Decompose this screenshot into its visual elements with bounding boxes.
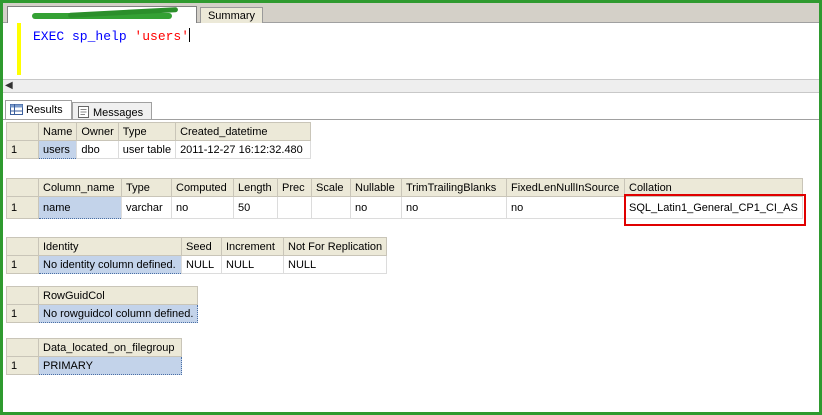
col-header[interactable]: Nullable bbox=[350, 178, 402, 197]
grid-cell[interactable]: no bbox=[171, 196, 234, 219]
col-header[interactable]: Name bbox=[37, 122, 78, 141]
tab-query[interactable] bbox=[7, 6, 197, 23]
grid-cell[interactable]: no bbox=[506, 196, 625, 219]
table-row: 1 PRIMARY bbox=[6, 356, 182, 375]
row-header-corner[interactable] bbox=[6, 338, 39, 357]
col-header[interactable]: Created_datetime bbox=[175, 122, 312, 141]
col-header[interactable]: Computed bbox=[171, 178, 234, 197]
tab-messages-label: Messages bbox=[93, 107, 144, 119]
row-number[interactable]: 1 bbox=[6, 304, 39, 323]
tab-summary[interactable]: Summary bbox=[200, 7, 263, 23]
code-line-1[interactable]: EXEC sp_help 'users' bbox=[33, 28, 191, 44]
grid-cell[interactable]: NULL bbox=[181, 255, 222, 274]
highlight-box bbox=[624, 194, 806, 226]
grid-cell[interactable] bbox=[277, 196, 312, 219]
results-tabstrip: Results Messages bbox=[3, 95, 819, 121]
grid-header-row: Data_located_on_filegroup bbox=[6, 338, 182, 357]
grid-header-row: RowGuidCol bbox=[6, 286, 199, 305]
col-header[interactable]: FixedLenNullInSource bbox=[506, 178, 625, 197]
result-grid-3[interactable]: Identity Seed Increment Not For Replicat… bbox=[6, 237, 388, 274]
col-header[interactable]: Owner bbox=[76, 122, 119, 141]
row-number[interactable]: 1 bbox=[6, 140, 39, 159]
col-header[interactable]: TrimTrailingBlanks bbox=[401, 178, 507, 197]
grid-header-row: Name Owner Type Created_datetime bbox=[6, 122, 312, 141]
table-row: 1 No rowguidcol column defined. bbox=[6, 304, 199, 323]
grid-cell[interactable]: 2011-12-27 16:12:32.480 bbox=[175, 140, 312, 159]
col-header[interactable]: Type bbox=[117, 122, 177, 141]
grid-cell[interactable]: No identity column defined. bbox=[38, 255, 182, 274]
grid-header-row: Identity Seed Increment Not For Replicat… bbox=[6, 237, 388, 256]
tab-results[interactable]: Results bbox=[5, 100, 72, 120]
text-caret bbox=[189, 28, 191, 42]
row-header-corner[interactable] bbox=[6, 237, 39, 256]
grid-cell[interactable]: name bbox=[38, 196, 122, 219]
tab-messages[interactable]: Messages bbox=[72, 102, 152, 120]
col-header[interactable]: Seed bbox=[181, 237, 222, 256]
table-row: 1 users dbo user table 2011-12-27 16:12:… bbox=[6, 140, 312, 159]
query-editor[interactable]: EXEC sp_help 'users' bbox=[3, 23, 819, 79]
col-header[interactable]: Prec bbox=[277, 178, 312, 197]
table-row: 1 No identity column defined. NULL NULL … bbox=[6, 255, 388, 274]
col-header[interactable]: Length bbox=[233, 178, 278, 197]
grid-cell[interactable]: NULL bbox=[221, 255, 284, 274]
result-grid-5[interactable]: Data_located_on_filegroup 1 PRIMARY bbox=[6, 338, 182, 375]
grid-cell[interactable]: no bbox=[401, 196, 507, 219]
result-grid-4[interactable]: RowGuidCol 1 No rowguidcol column define… bbox=[6, 286, 199, 323]
col-header[interactable]: Identity bbox=[38, 237, 182, 256]
col-header[interactable]: Not For Replication bbox=[282, 237, 388, 256]
col-header[interactable]: Column_name bbox=[38, 178, 122, 197]
grid-cell[interactable]: no bbox=[350, 196, 402, 219]
col-header[interactable]: Scale bbox=[311, 178, 351, 197]
grid-cell[interactable]: user table bbox=[117, 140, 177, 159]
col-header[interactable]: Increment bbox=[221, 237, 284, 256]
code-string: 'users' bbox=[134, 29, 190, 44]
grid-cell[interactable]: users bbox=[37, 140, 78, 159]
row-header-corner[interactable] bbox=[6, 122, 39, 141]
window-frame: Summary EXEC sp_help 'users' ◀ Results M… bbox=[0, 0, 822, 415]
row-header-corner[interactable] bbox=[6, 286, 39, 305]
row-header-corner[interactable] bbox=[6, 178, 39, 197]
grid-cell[interactable] bbox=[311, 196, 351, 219]
grid-cell[interactable]: varchar bbox=[121, 196, 172, 219]
change-marker bbox=[17, 23, 21, 75]
col-header[interactable]: RowGuidCol bbox=[37, 286, 199, 305]
tab-results-label: Results bbox=[26, 104, 63, 116]
scroll-left-icon[interactable]: ◀ bbox=[5, 80, 13, 91]
code-keyword: EXEC sp_help bbox=[33, 29, 135, 44]
grid-cell[interactable]: NULL bbox=[282, 255, 388, 274]
grid-cell[interactable]: PRIMARY bbox=[38, 356, 182, 375]
result-grid-1[interactable]: Name Owner Type Created_datetime 1 users… bbox=[6, 122, 312, 159]
col-header[interactable]: Type bbox=[121, 178, 172, 197]
row-number[interactable]: 1 bbox=[6, 356, 39, 375]
document-tabstrip: Summary bbox=[3, 3, 819, 23]
tab-underline bbox=[3, 119, 819, 120]
grid-icon bbox=[10, 104, 23, 118]
grid-cell[interactable]: 50 bbox=[233, 196, 278, 219]
col-header[interactable]: Data_located_on_filegroup bbox=[38, 338, 182, 357]
editor-hscrollbar[interactable]: ◀ bbox=[3, 79, 819, 93]
grid-cell[interactable]: No rowguidcol column defined. bbox=[37, 304, 199, 323]
row-number[interactable]: 1 bbox=[6, 255, 39, 274]
grid-cell[interactable]: dbo bbox=[76, 140, 119, 159]
row-number[interactable]: 1 bbox=[6, 196, 39, 219]
